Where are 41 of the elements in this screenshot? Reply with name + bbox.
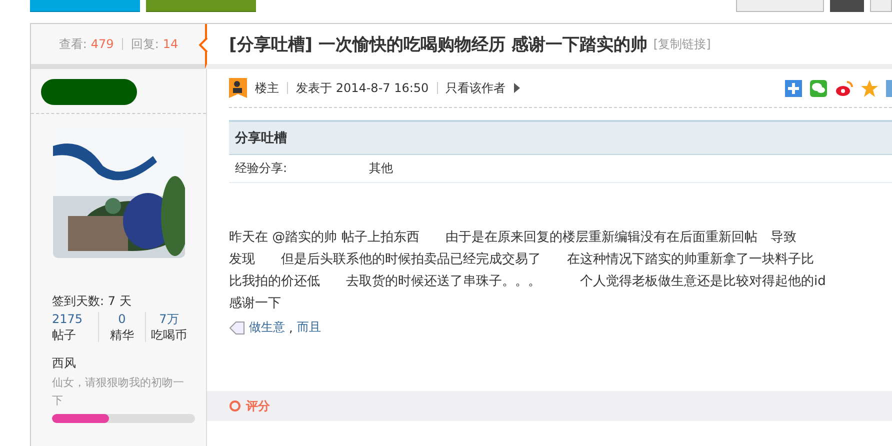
count-value[interactable]: 7万 bbox=[159, 312, 179, 326]
post-text-line: 感谢一下 bbox=[229, 295, 282, 313]
count-value[interactable]: 2175 bbox=[52, 312, 83, 326]
post-time: 发表于 2014-8-7 16:50 bbox=[296, 80, 429, 96]
replies-label: 回复: bbox=[130, 36, 159, 52]
checkin-days: 签到天数: 7 天 bbox=[52, 294, 206, 308]
page-button[interactable] bbox=[830, 0, 864, 12]
field-value: 其他 bbox=[369, 160, 393, 177]
post-text-line: 发现 但是后头联系他的时候拍卖品已经完成交易了 在这种情况下踏实的帅重新拿了一块料子比 bbox=[229, 251, 815, 269]
tag-link[interactable]: 做生意 bbox=[249, 319, 285, 336]
signature: 仙女，请狠狠吻我的初吻一下 bbox=[52, 375, 185, 409]
page-button[interactable] bbox=[736, 0, 824, 12]
page-button[interactable] bbox=[870, 0, 892, 12]
category-heading: 分享吐槽 bbox=[229, 122, 892, 155]
count-value[interactable]: 0 bbox=[118, 312, 126, 326]
author-role: 楼主 bbox=[255, 80, 279, 96]
star-icon[interactable] bbox=[861, 80, 878, 96]
count-label: 精华 bbox=[110, 328, 134, 342]
tag-separator: , bbox=[289, 320, 293, 334]
copy-link[interactable]: [复制链接] bbox=[653, 36, 711, 52]
count-label: 吃喝币 bbox=[151, 328, 187, 342]
chat-icon[interactable] bbox=[810, 80, 827, 96]
tag-icon bbox=[229, 320, 245, 334]
weibo-icon[interactable] bbox=[835, 80, 853, 96]
plus-icon[interactable] bbox=[785, 80, 802, 96]
replies-count: 14 bbox=[162, 37, 178, 51]
tag-link[interactable]: 而且 bbox=[296, 319, 321, 336]
post-text-line: 昨天在 @踏实的帅 帖子上拍东西 由于是在原来回复的楼层重新编辑没有在后面重新回帖 导致 bbox=[229, 229, 798, 247]
post-text-line: 比我拍的价还低 去取货的时候还送了串珠子。。。 个人觉得老板做生意还是比较对得起他的id bbox=[229, 273, 827, 291]
views-label: 查看: bbox=[58, 36, 87, 52]
user-group: 西风 bbox=[52, 356, 206, 370]
count-label: 帖子 bbox=[52, 328, 76, 342]
views-count: 479 bbox=[90, 37, 114, 51]
thread-title: [分享吐槽] 一次愉快的吃喝购物经历 感谢一下踏实的帅 bbox=[229, 34, 648, 56]
post-button[interactable] bbox=[30, 0, 140, 12]
circle-icon bbox=[229, 400, 241, 412]
field-label: 经验分享: bbox=[235, 160, 288, 177]
author-badge-icon bbox=[229, 78, 247, 98]
only-author-link[interactable]: 只看该作者 bbox=[446, 80, 506, 96]
reply-button[interactable] bbox=[146, 0, 256, 12]
caret-icon bbox=[514, 83, 520, 93]
